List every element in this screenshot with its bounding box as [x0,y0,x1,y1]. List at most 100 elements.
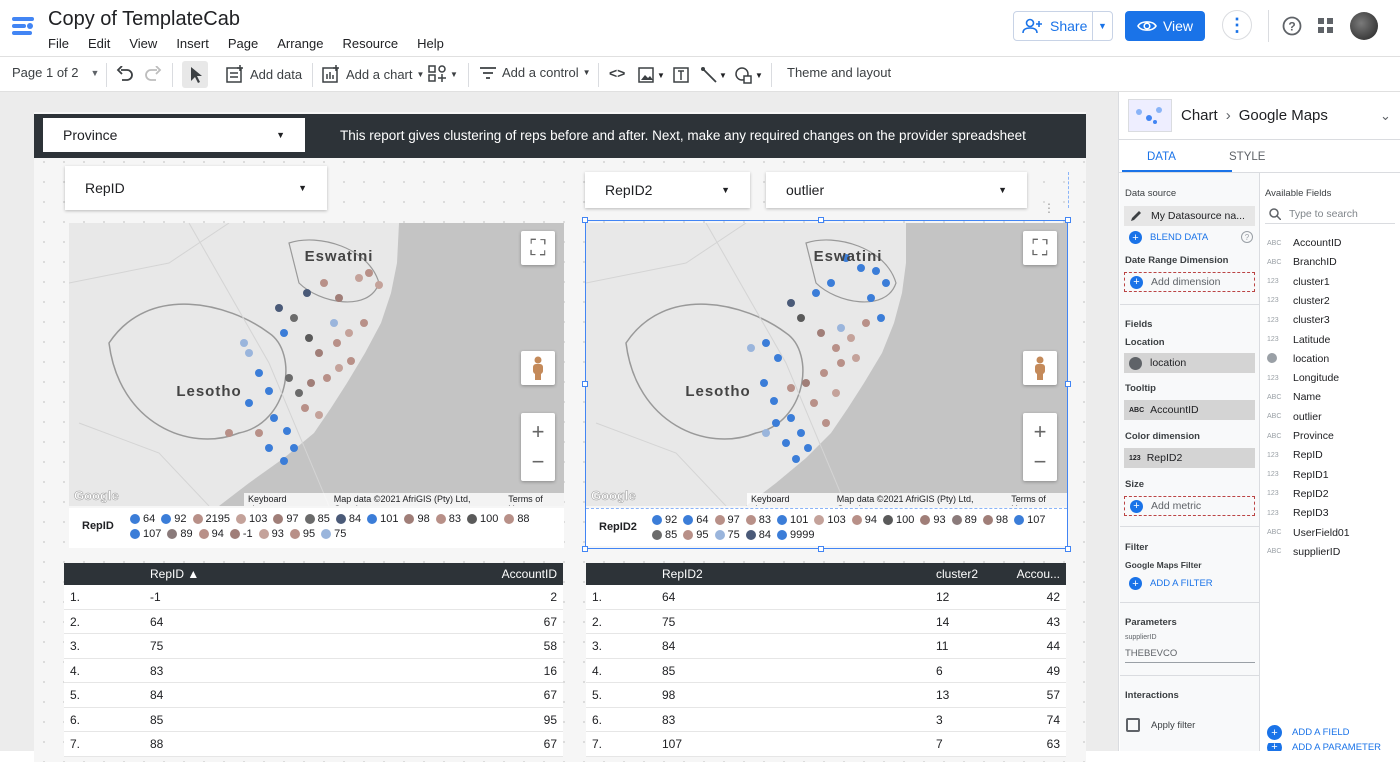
chevron-down-icon[interactable]: ▼ [719,71,727,80]
right-table[interactable]: RepID2 cluster2 Accou... 1. 64 12 42 2. 75 14 4… [586,563,1066,757]
tooltip-field-chip[interactable]: ABC AccountID [1124,400,1255,420]
report-title[interactable]: Copy of TemplateCab [48,8,240,31]
redo-icon[interactable] [144,66,162,82]
menu-page[interactable]: Page [228,36,258,51]
table-row[interactable]: 7. 107 7 63 [586,732,1066,757]
field-item[interactable]: 123 Latitude [1267,334,1330,346]
legend-item[interactable]: 103 [235,512,267,526]
zoom-in-icon[interactable]: + [1034,417,1047,447]
menu-arrange[interactable]: Arrange [277,36,323,51]
undo-icon[interactable] [116,66,134,82]
field-item[interactable]: 123 RepID2 [1267,488,1329,500]
zoom-out-icon[interactable]: − [532,447,545,477]
pencil-icon[interactable] [1129,209,1143,223]
field-item[interactable]: 123 cluster2 [1267,295,1330,307]
legend-item[interactable]: 89 [167,527,193,541]
field-item[interactable]: ABC Province [1267,430,1334,442]
legend-item[interactable]: 93 [920,513,946,527]
left-map-chart[interactable]: Eswatini Lesotho Google ⛶ + − Keyboard s… [69,223,564,506]
legend-item[interactable]: 100 [466,512,498,526]
resize-handle[interactable] [818,217,824,223]
table-row[interactable]: 1. -1 2 [64,585,563,610]
avatar[interactable] [1350,12,1378,40]
blend-data-button[interactable]: + BLEND DATA [1124,231,1208,244]
legend-item[interactable]: -1 [229,527,253,541]
table-row[interactable]: 4. 85 6 49 [586,658,1066,683]
field-search-input[interactable]: Type to search [1265,204,1395,224]
page-selector[interactable]: Page 1 of 2 ▼ [12,65,99,80]
fullscreen-icon[interactable]: ⛶ [1023,231,1057,265]
help-icon[interactable]: ? [1282,16,1302,36]
parameter-value-input[interactable]: THEBEVCO [1125,648,1255,663]
field-item[interactable]: ABC supplierID [1267,546,1340,558]
field-item[interactable]: ABC outlier [1267,411,1322,423]
table-row[interactable]: 7. 88 67 [64,732,563,757]
more-options-icon[interactable]: ⋮ [1222,10,1252,40]
menu-file[interactable]: File [48,36,69,51]
embed-code-icon[interactable]: <> [609,65,625,81]
add-dimension-button[interactable]: + Add dimension [1124,272,1255,292]
left-table[interactable]: RepID ▲ AccountID 1. -1 2 2. 64 67 3. 75 58 4. 83 1… [64,563,563,757]
legend-item[interactable]: 92 [161,512,187,526]
legend-item[interactable]: 75 [321,527,346,541]
outlier-filter-dropdown[interactable]: outlier ▼ [766,172,1027,208]
column-header-repid2[interactable]: RepID2 [662,567,703,581]
legend-item[interactable]: 75 [714,528,740,542]
legend-item[interactable]: 100 [882,513,914,527]
table-row[interactable]: 2. 64 67 [64,609,563,634]
shape-icon[interactable] [734,66,754,84]
legend-item[interactable]: 95 [683,528,709,542]
legend-item[interactable]: 85 [304,512,330,526]
data-studio-logo-icon[interactable] [10,13,36,39]
image-icon[interactable] [638,67,654,83]
share-button[interactable]: Share ▼ [1013,11,1113,41]
legend-item[interactable]: 85 [652,528,677,542]
legend-item[interactable]: 107 [1014,513,1045,527]
apply-filter-checkbox[interactable] [1126,718,1140,732]
help-icon[interactable]: ? [1241,231,1253,243]
field-item[interactable]: ABC UserField01 [1267,527,1350,539]
zoom-controls[interactable]: + − [521,413,555,481]
field-item[interactable]: ABC BranchID [1267,256,1337,268]
zoom-controls[interactable]: + − [1023,413,1057,481]
field-item[interactable]: 123 RepID1 [1267,469,1329,481]
menu-resource[interactable]: Resource [342,36,398,51]
legend-item[interactable]: 64 [130,512,155,526]
resize-handle[interactable] [818,546,824,552]
table-row[interactable]: 2. 75 14 43 [586,609,1066,634]
legend-item[interactable]: 97 [714,513,740,527]
field-item[interactable]: ABC Name [1267,391,1321,403]
legend-item[interactable]: 97 [273,512,299,526]
resize-handle[interactable] [1065,381,1071,387]
legend-item[interactable]: 103 [814,513,846,527]
province-filter-dropdown[interactable]: Province ▼ [43,118,305,152]
legend-item[interactable]: 101 [367,512,398,526]
zoom-out-icon[interactable]: − [1034,447,1047,477]
menu-help[interactable]: Help [417,36,444,51]
tab-style[interactable]: STYLE [1229,151,1265,163]
legend-item[interactable]: 107 [130,527,161,541]
tab-data[interactable]: DATA [1147,151,1176,163]
resize-handle[interactable] [1065,217,1071,223]
add-data-button[interactable]: Add data [226,65,302,83]
menu-view[interactable]: View [129,36,157,51]
legend-item[interactable]: 89 [951,513,977,527]
legend-item[interactable]: 88 [504,512,530,526]
chevron-down-icon[interactable]: ⌄ [1380,108,1391,124]
add-field-button[interactable]: + ADD A FIELD [1267,725,1350,740]
repid-filter-dropdown[interactable]: RepID ▼ [65,166,327,210]
terms-link[interactable]: Terms of Use [1011,494,1063,506]
table-row[interactable]: 6. 83 3 74 [586,707,1066,732]
legend-item[interactable]: 64 [683,513,709,527]
legend-item[interactable]: 84 [335,512,361,526]
table-row[interactable]: 5. 98 13 57 [586,683,1066,708]
theme-layout-button[interactable]: Theme and layout [787,65,891,80]
right-map-chart[interactable]: Eswatini Lesotho Google ⛶ + − Keyboard s… [586,223,1067,506]
pegman-icon[interactable] [1023,351,1057,385]
resize-handle[interactable] [582,381,588,387]
community-viz-button[interactable]: ▼ [428,65,458,83]
field-item[interactable]: 123 Longitude [1267,372,1339,384]
add-parameter-button[interactable]: + ADD A PARAMETER [1267,743,1381,751]
legend-item[interactable]: 84 [745,528,771,542]
legend-item[interactable]: 101 [777,513,808,527]
